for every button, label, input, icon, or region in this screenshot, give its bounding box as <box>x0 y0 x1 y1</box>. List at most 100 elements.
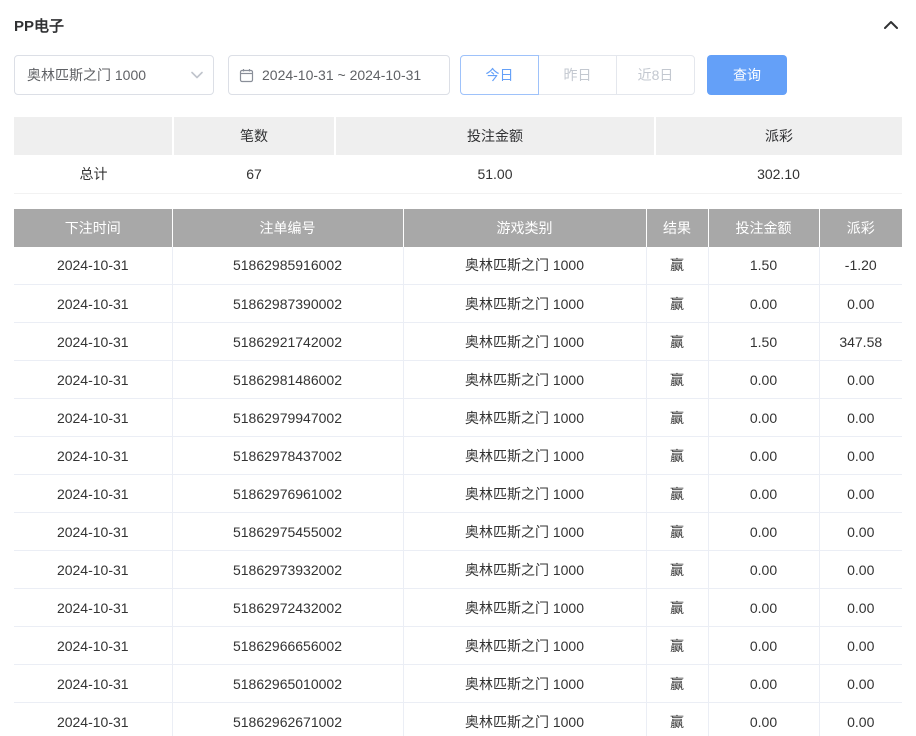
game-select[interactable]: 奥林匹斯之门 1000 <box>14 55 214 95</box>
chevron-down-icon <box>191 71 203 79</box>
col-header-bet-amount: 投注金额 <box>708 209 819 247</box>
cell-order-number: 51862972432002 <box>172 589 403 627</box>
quick-filter-today-button[interactable]: 今日 <box>460 55 539 95</box>
cell-payout: 0.00 <box>819 399 902 437</box>
table-row: 2024-10-3151862978437002奥林匹斯之门 1000赢0.00… <box>14 437 902 475</box>
cell-order-number: 51862973932002 <box>172 551 403 589</box>
summary-payout-value: 302.10 <box>655 155 902 193</box>
cell-bet-time: 2024-10-31 <box>14 361 172 399</box>
col-header-game-type: 游戏类别 <box>403 209 646 247</box>
cell-payout: 0.00 <box>819 475 902 513</box>
cell-bet-amount: 0.00 <box>708 513 819 551</box>
cell-game-type: 奥林匹斯之门 1000 <box>403 247 646 285</box>
cell-game-type: 奥林匹斯之门 1000 <box>403 627 646 665</box>
cell-order-number: 51862985916002 <box>172 247 403 285</box>
cell-bet-amount: 0.00 <box>708 665 819 703</box>
table-row: 2024-10-3151862975455002奥林匹斯之门 1000赢0.00… <box>14 513 902 551</box>
bet-records-table: 下注时间 注单编号 游戏类别 结果 投注金额 派彩 2024-10-315186… <box>14 209 902 736</box>
cell-game-type: 奥林匹斯之门 1000 <box>403 323 646 361</box>
cell-payout: 0.00 <box>819 437 902 475</box>
cell-result: 赢 <box>646 247 708 285</box>
table-row: 2024-10-3151862981486002奥林匹斯之门 1000赢0.00… <box>14 361 902 399</box>
table-row: 2024-10-3151862962671002奥林匹斯之门 1000赢0.00… <box>14 703 902 736</box>
cell-payout: -1.20 <box>819 247 902 285</box>
cell-payout: 0.00 <box>819 627 902 665</box>
cell-bet-time: 2024-10-31 <box>14 437 172 475</box>
summary-header-empty <box>14 117 173 155</box>
table-header-row: 下注时间 注单编号 游戏类别 结果 投注金额 派彩 <box>14 209 902 247</box>
cell-order-number: 51862965010002 <box>172 665 403 703</box>
cell-bet-time: 2024-10-31 <box>14 703 172 736</box>
cell-bet-time: 2024-10-31 <box>14 627 172 665</box>
summary-header-count: 笔数 <box>173 117 335 155</box>
table-row: 2024-10-3151862979947002奥林匹斯之门 1000赢0.00… <box>14 399 902 437</box>
summary-total-row: 总计 67 51.00 302.10 <box>14 155 902 193</box>
table-row: 2024-10-3151862987390002奥林匹斯之门 1000赢0.00… <box>14 285 902 323</box>
panel-title: PP电子 <box>14 15 64 36</box>
summary-count-value: 67 <box>173 155 335 193</box>
cell-order-number: 51862975455002 <box>172 513 403 551</box>
cell-result: 赢 <box>646 361 708 399</box>
cell-game-type: 奥林匹斯之门 1000 <box>403 703 646 736</box>
panel-header: PP电子 <box>14 0 902 50</box>
cell-game-type: 奥林匹斯之门 1000 <box>403 475 646 513</box>
cell-game-type: 奥林匹斯之门 1000 <box>403 551 646 589</box>
cell-game-type: 奥林匹斯之门 1000 <box>403 513 646 551</box>
cell-payout: 0.00 <box>819 551 902 589</box>
cell-bet-time: 2024-10-31 <box>14 399 172 437</box>
summary-total-label: 总计 <box>14 155 173 193</box>
cell-result: 赢 <box>646 703 708 736</box>
col-header-payout: 派彩 <box>819 209 902 247</box>
quick-filter-yesterday-button[interactable]: 昨日 <box>538 55 617 95</box>
cell-bet-time: 2024-10-31 <box>14 589 172 627</box>
game-select-value: 奥林匹斯之门 1000 <box>27 65 146 85</box>
cell-game-type: 奥林匹斯之门 1000 <box>403 437 646 475</box>
cell-result: 赢 <box>646 475 708 513</box>
cell-bet-amount: 0.00 <box>708 399 819 437</box>
cell-order-number: 51862966656002 <box>172 627 403 665</box>
cell-order-number: 51862981486002 <box>172 361 403 399</box>
table-row: 2024-10-3151862965010002奥林匹斯之门 1000赢0.00… <box>14 665 902 703</box>
cell-bet-amount: 1.50 <box>708 323 819 361</box>
cell-bet-time: 2024-10-31 <box>14 513 172 551</box>
cell-order-number: 51862921742002 <box>172 323 403 361</box>
cell-result: 赢 <box>646 627 708 665</box>
cell-bet-time: 2024-10-31 <box>14 665 172 703</box>
calendar-icon <box>239 68 254 83</box>
summary-bet-amount-value: 51.00 <box>335 155 655 193</box>
cell-result: 赢 <box>646 437 708 475</box>
cell-bet-amount: 0.00 <box>708 285 819 323</box>
cell-bet-amount: 0.00 <box>708 703 819 736</box>
cell-payout: 347.58 <box>819 323 902 361</box>
cell-bet-time: 2024-10-31 <box>14 247 172 285</box>
cell-bet-amount: 0.00 <box>708 627 819 665</box>
date-range-picker[interactable]: 2024-10-31 ~ 2024-10-31 <box>228 55 450 95</box>
cell-bet-amount: 0.00 <box>708 475 819 513</box>
cell-payout: 0.00 <box>819 513 902 551</box>
cell-payout: 0.00 <box>819 703 902 736</box>
cell-result: 赢 <box>646 589 708 627</box>
cell-bet-time: 2024-10-31 <box>14 323 172 361</box>
table-row: 2024-10-3151862972432002奥林匹斯之门 1000赢0.00… <box>14 589 902 627</box>
cell-game-type: 奥林匹斯之门 1000 <box>403 399 646 437</box>
cell-result: 赢 <box>646 513 708 551</box>
collapse-chevron-up-icon[interactable] <box>880 16 902 34</box>
cell-bet-time: 2024-10-31 <box>14 285 172 323</box>
cell-payout: 0.00 <box>819 285 902 323</box>
cell-order-number: 51862987390002 <box>172 285 403 323</box>
search-button[interactable]: 查询 <box>707 55 787 95</box>
table-row: 2024-10-3151862976961002奥林匹斯之门 1000赢0.00… <box>14 475 902 513</box>
date-range-value: 2024-10-31 ~ 2024-10-31 <box>262 67 421 83</box>
cell-result: 赢 <box>646 323 708 361</box>
cell-payout: 0.00 <box>819 589 902 627</box>
cell-result: 赢 <box>646 551 708 589</box>
table-row: 2024-10-3151862921742002奥林匹斯之门 1000赢1.50… <box>14 323 902 361</box>
pp-electronic-panel: PP电子 奥林匹斯之门 1000 2024-10-31 ~ 2024-10-31 <box>0 0 916 736</box>
quick-filter-last-8-days-button[interactable]: 近8日 <box>616 55 695 95</box>
cell-bet-time: 2024-10-31 <box>14 551 172 589</box>
cell-bet-amount: 1.50 <box>708 247 819 285</box>
filter-row: 奥林匹斯之门 1000 2024-10-31 ~ 2024-10-31 今日昨日… <box>14 55 902 95</box>
summary-header-row: 笔数 投注金额 派彩 <box>14 117 902 155</box>
cell-result: 赢 <box>646 285 708 323</box>
col-header-result: 结果 <box>646 209 708 247</box>
